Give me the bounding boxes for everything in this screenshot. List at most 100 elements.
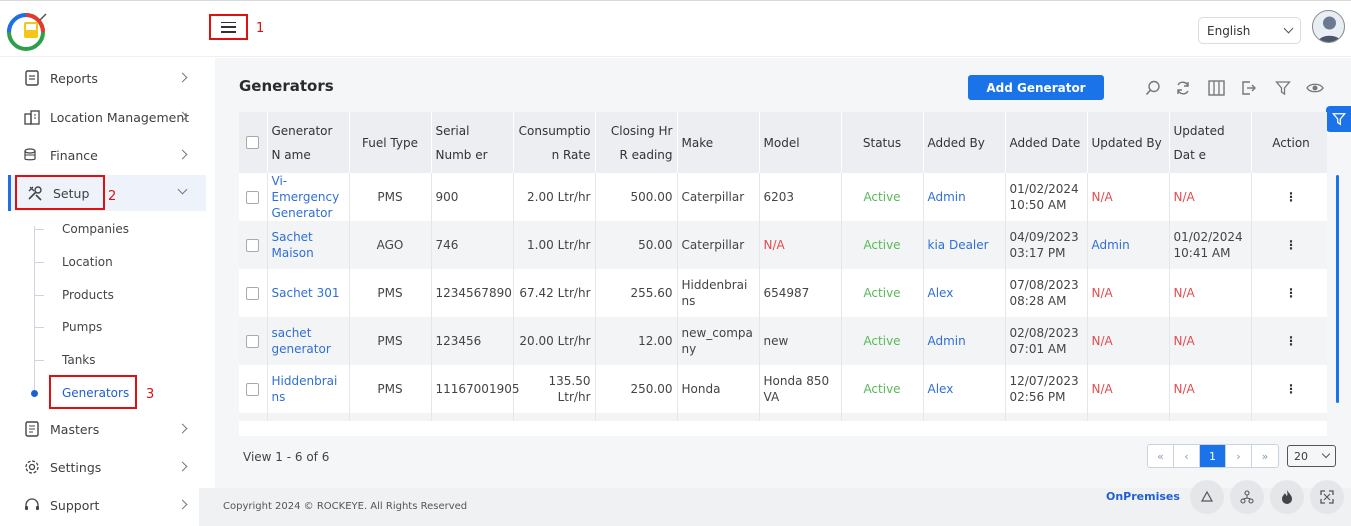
- updated-by-cell: N/A: [1087, 173, 1170, 221]
- generator-name-link[interactable]: Vi-Emergency Generator: [267, 173, 350, 221]
- empty-cell: [1169, 413, 1252, 421]
- empty-cell: [349, 413, 432, 421]
- column-header[interactable]: Model: [759, 112, 842, 173]
- generator-name-link[interactable]: Sachet 301: [267, 269, 350, 317]
- submenu-tick: [34, 295, 44, 296]
- sidebar-item-finance[interactable]: Finance: [8, 137, 206, 173]
- column-header[interactable]: Serial Numb er: [431, 112, 514, 173]
- added-date-cell: 07/08/2023 08:28 AM: [1005, 269, 1088, 317]
- select-all-checkbox[interactable]: [246, 136, 260, 149]
- filter-icon: [1331, 113, 1346, 126]
- column-header[interactable]: Make: [677, 112, 760, 173]
- recycle-icon[interactable]: [1190, 480, 1224, 514]
- empty-cell: [923, 413, 1006, 421]
- updated-date-cell: N/A: [1169, 269, 1252, 317]
- user-avatar[interactable]: [1312, 10, 1345, 43]
- current-page-button[interactable]: 1: [1200, 445, 1226, 467]
- sidebar-item-masters[interactable]: Masters: [8, 411, 206, 447]
- add-generator-button[interactable]: Add Generator: [968, 75, 1104, 100]
- generator-name-link[interactable]: sachet generator: [267, 317, 350, 365]
- row-select-cell: [239, 413, 268, 421]
- row-actions-button[interactable]: ⋮: [1251, 269, 1327, 317]
- submenu-item-companies[interactable]: Companies: [62, 222, 129, 236]
- added-by-link[interactable]: Admin: [923, 173, 1006, 221]
- fullscreen-icon[interactable]: [1310, 480, 1344, 514]
- empty-cell: [1005, 413, 1088, 421]
- column-header[interactable]: Updated Dat e: [1169, 112, 1252, 173]
- column-header[interactable]: Consumptio n Rate: [513, 112, 596, 173]
- eye-icon[interactable]: [1305, 78, 1325, 98]
- added-by-link[interactable]: Alex: [923, 269, 1006, 317]
- row-checkbox[interactable]: [246, 190, 260, 204]
- row-checkbox[interactable]: [246, 334, 260, 348]
- generator-name-link[interactable]: Hiddenbrains: [267, 365, 350, 413]
- fire-icon[interactable]: [1270, 480, 1304, 514]
- report-icon: [24, 70, 40, 86]
- copyright-text: Copyright 2024 © ROCKEYE. All Rights Res…: [223, 501, 468, 512]
- row-actions-button[interactable]: ⋮: [1251, 173, 1327, 221]
- sidebar-item-support[interactable]: Support: [8, 487, 206, 523]
- menu-toggle-button[interactable]: [209, 14, 248, 40]
- column-header[interactable]: Added By: [923, 112, 1006, 173]
- submenu-guide-line: [34, 226, 35, 394]
- export-icon[interactable]: [1238, 78, 1258, 98]
- main-content: Generators Add Generator Generator N ame…: [215, 58, 1351, 526]
- deployment-mode: OnPremises: [1106, 490, 1180, 503]
- submenu-tick: [34, 229, 44, 230]
- column-header[interactable]: Added Date: [1005, 112, 1088, 173]
- added-by-link[interactable]: kia Dealer: [923, 221, 1006, 269]
- page-size-select[interactable]: 20: [1287, 445, 1336, 467]
- added-by-link[interactable]: Alex: [923, 365, 1006, 413]
- sidebar-item-settings[interactable]: Settings: [8, 449, 206, 485]
- first-page-button[interactable]: «: [1148, 445, 1174, 467]
- row-checkbox[interactable]: [246, 382, 260, 396]
- sidebar-item-location-management[interactable]: Location Management: [8, 99, 206, 135]
- next-page-button[interactable]: ›: [1226, 445, 1252, 467]
- chevron-right-icon: [177, 461, 188, 472]
- sidebar-item-label: Location Management: [50, 109, 190, 125]
- sidebar-item-reports[interactable]: Reports: [8, 60, 206, 96]
- refresh-icon[interactable]: [1173, 78, 1193, 98]
- model-cell: 6203: [759, 173, 842, 221]
- column-header[interactable]: Generator N ame: [267, 112, 350, 173]
- row-actions-button[interactable]: ⋮: [1251, 221, 1327, 269]
- row-actions-button[interactable]: ⋮: [1251, 317, 1327, 365]
- make-cell: Caterpillar: [677, 173, 760, 221]
- search-icon[interactable]: [1143, 78, 1163, 98]
- added-date-cell: 04/09/2023 03:17 PM: [1005, 221, 1088, 269]
- generator-name-link[interactable]: Sachet Maison: [267, 221, 350, 269]
- prev-page-button[interactable]: ‹: [1174, 445, 1200, 467]
- app-logo[interactable]: [6, 8, 50, 52]
- added-by-link[interactable]: Admin: [923, 317, 1006, 365]
- chevron-down-icon: [1283, 23, 1294, 34]
- updated-by-link[interactable]: Admin: [1087, 221, 1170, 269]
- column-header[interactable]: Fuel Type: [349, 112, 432, 173]
- column-header[interactable]: Closing Hr R eading: [595, 112, 678, 173]
- filter-icon[interactable]: [1273, 78, 1293, 98]
- last-page-button[interactable]: »: [1252, 445, 1278, 467]
- submenu-item-pumps[interactable]: Pumps: [62, 320, 102, 334]
- row-actions-button[interactable]: ⋮: [1251, 365, 1327, 413]
- submenu-tick: [34, 262, 44, 263]
- status-badge: Active: [841, 365, 924, 413]
- submenu-item-location[interactable]: Location: [62, 255, 113, 269]
- sidebar-item-label: Reports: [50, 70, 98, 86]
- submenu-tick: [34, 327, 44, 328]
- row-checkbox[interactable]: [246, 238, 260, 252]
- added-date-cell: 01/02/2024 10:50 AM: [1005, 173, 1088, 221]
- row-select-cell: [239, 173, 268, 221]
- language-select[interactable]: English: [1198, 17, 1301, 44]
- table-scrollbar[interactable]: [1336, 175, 1339, 403]
- updated-by-cell: N/A: [1087, 269, 1170, 317]
- closing-reading-cell: 12.00: [595, 317, 678, 365]
- sidebar-item-label: Settings: [50, 459, 102, 475]
- column-header[interactable]: Updated By: [1087, 112, 1170, 173]
- top-header: 1 English: [0, 0, 1351, 57]
- filter-panel-toggle[interactable]: [1326, 106, 1351, 132]
- row-checkbox[interactable]: [246, 286, 260, 300]
- network-icon[interactable]: [1230, 480, 1264, 514]
- column-header[interactable]: Status: [841, 112, 924, 173]
- submenu-item-tanks[interactable]: Tanks: [62, 353, 96, 367]
- columns-icon[interactable]: [1206, 78, 1226, 98]
- submenu-item-products[interactable]: Products: [62, 288, 114, 302]
